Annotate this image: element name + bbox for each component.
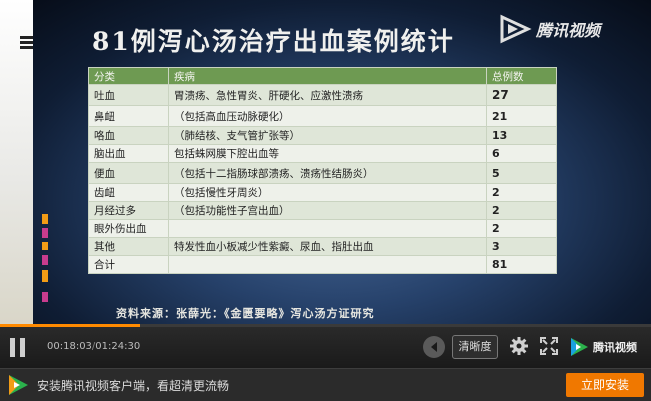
table-row: 眼外伤出血 2: [88, 219, 557, 238]
pause-button[interactable]: [10, 338, 26, 357]
strip-notch: [20, 41, 33, 44]
tencent-video-logo-icon: [571, 338, 588, 356]
deco-bar-orange: [42, 270, 48, 282]
cell-count: 6: [486, 144, 557, 163]
cell-disease: （包括高血压动脉硬化）: [168, 105, 487, 127]
table-row: 咯血 （肺结核、支气管扩张等） 13: [88, 126, 557, 145]
cell-count: 2: [486, 183, 557, 202]
tencent-video-logo-icon: [9, 375, 28, 395]
cell-count: 81: [486, 255, 557, 274]
tencent-video-brand[interactable]: 腾讯视频: [568, 335, 650, 359]
deco-bar-pink: [42, 228, 48, 238]
cell-category: 眼外伤出血: [88, 219, 169, 238]
cell-category: 齿衄: [88, 183, 169, 202]
cell-disease: （包括十二指肠球部溃疡、溃疡性结肠炎）: [168, 162, 487, 184]
cell-category: 咯血: [88, 126, 169, 145]
quality-button[interactable]: 清晰度: [452, 335, 498, 359]
table-row: 其他 特发性血小板减少性紫癜、尿血、指肚出血 3: [88, 237, 557, 256]
slide-title: 81例泻心汤治疗出血案例统计: [92, 27, 455, 56]
deco-bar-pink: [42, 255, 48, 265]
header-disease: 疾病: [168, 67, 487, 85]
table-row: 脑出血 包括蛛网膜下腔出血等 6: [88, 144, 557, 163]
cell-category: 其他: [88, 237, 169, 256]
cell-count: 27: [486, 84, 557, 106]
deco-bar-orange: [42, 242, 48, 250]
cell-disease: 包括蛛网膜下腔出血等: [168, 144, 487, 163]
pause-icon: [20, 338, 25, 357]
pause-icon: [10, 338, 15, 357]
table-row: 吐血 胃溃疡、急性胃炎、肝硬化、应激性溃疡 27: [88, 84, 557, 106]
fullscreen-button[interactable]: [539, 336, 559, 356]
cell-category: 月经过多: [88, 201, 169, 220]
player-controls: 00:18:03/01:24:30 清晰度 腾讯视频: [0, 327, 651, 368]
cell-count: 3: [486, 237, 557, 256]
cell-category: 吐血: [88, 84, 169, 106]
cell-disease: （肺结核、支气管扩张等）: [168, 126, 487, 145]
table-row: 合计 81: [88, 255, 557, 274]
tencent-video-watermark: 腾讯视频: [498, 12, 638, 46]
video-frame[interactable]: 81例泻心汤治疗出血案例统计 腾讯视频 分类 疾病 总例数 吐血 胃溃疡、急性胃…: [0, 0, 651, 324]
cell-count: 13: [486, 126, 557, 145]
cell-disease: [168, 255, 487, 274]
install-button[interactable]: 立即安装: [566, 373, 644, 397]
cell-disease: （包括功能性子宫出血）: [168, 201, 487, 220]
brand-text: 腾讯视频: [593, 341, 637, 354]
strip-notch: [20, 36, 33, 39]
source-caption: 资料来源：张薛光：《金匮要略》泻心汤方证研究: [116, 307, 375, 320]
cell-count: 2: [486, 219, 557, 238]
cell-disease: 特发性血小板减少性紫癜、尿血、指肚出血: [168, 237, 487, 256]
table-row: 月经过多 （包括功能性子宫出血） 2: [88, 201, 557, 220]
cell-disease: 胃溃疡、急性胃炎、肝硬化、应激性溃疡: [168, 84, 487, 106]
cell-category: 鼻衄: [88, 105, 169, 127]
banner-text: 安装腾讯视频客户端，看超清更流畅: [37, 379, 230, 393]
cell-count: 21: [486, 105, 557, 127]
deco-bar-pink: [42, 292, 48, 302]
watermark-text: 腾讯视频: [536, 21, 601, 40]
cell-count: 2: [486, 201, 557, 220]
time-total: 01:24:30: [95, 341, 141, 352]
cell-disease: [168, 219, 487, 238]
install-banner: 安装腾讯视频客户端，看超清更流畅 立即安装: [0, 368, 651, 401]
tencent-video-logo-icon: [500, 14, 532, 44]
table-row: 齿衄 （包括慢性牙周炎） 2: [88, 183, 557, 202]
gear-icon: [510, 337, 528, 355]
table-row: 鼻衄 （包括高血压动脉硬化） 21: [88, 105, 557, 127]
fullscreen-icon: [540, 337, 558, 355]
header-category: 分类: [88, 67, 169, 85]
table-header-row: 分类 疾病 总例数: [88, 67, 557, 85]
volume-button[interactable]: [423, 336, 445, 358]
time-current: 00:18:03: [47, 341, 92, 352]
cell-category: 便血: [88, 162, 169, 184]
table-row: 便血 （包括十二指肠球部溃疡、溃疡性结肠炎） 5: [88, 162, 557, 184]
case-statistics-table: 分类 疾病 总例数 吐血 胃溃疡、急性胃炎、肝硬化、应激性溃疡 27 鼻衄 （包…: [88, 67, 557, 274]
cell-category: 脑出血: [88, 144, 169, 163]
settings-button[interactable]: [509, 336, 529, 356]
slide-left-strip: [0, 0, 33, 324]
deco-bar-orange: [42, 214, 48, 224]
time-display: 00:18:03/01:24:30: [47, 341, 141, 352]
volume-icon: [431, 342, 437, 352]
header-count: 总例数: [486, 67, 557, 85]
strip-notch: [20, 46, 33, 49]
cell-disease: （包括慢性牙周炎）: [168, 183, 487, 202]
cell-category: 合计: [88, 255, 169, 274]
cell-count: 5: [486, 162, 557, 184]
